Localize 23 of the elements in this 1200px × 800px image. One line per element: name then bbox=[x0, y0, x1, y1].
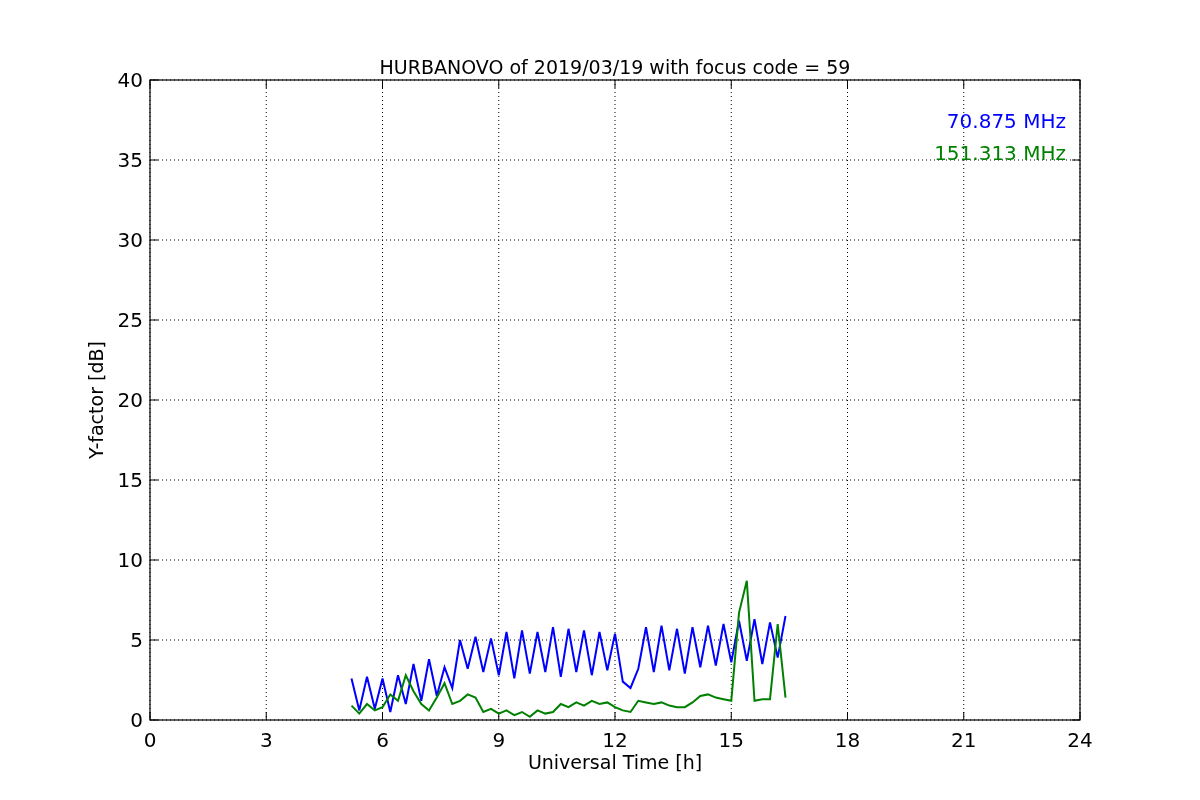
y-tick-label: 0 bbox=[130, 708, 143, 732]
x-axis-label: Universal Time [h] bbox=[527, 751, 703, 773]
x-tick-label: 12 bbox=[602, 728, 628, 752]
legend-label: 151.313 MHz bbox=[934, 141, 1066, 165]
chart-title: HURBANOVO of 2019/03/19 with focus code = 59 bbox=[379, 56, 851, 78]
y-tick-label: 35 bbox=[117, 148, 143, 172]
x-tick-label: 24 bbox=[1067, 728, 1093, 752]
x-tick-label: 21 bbox=[951, 728, 977, 752]
y-tick-label: 5 bbox=[130, 628, 143, 652]
x-tick-label: 9 bbox=[492, 728, 506, 752]
y-tick-label: 40 bbox=[117, 68, 143, 92]
x-tick-label: 6 bbox=[376, 728, 389, 752]
legend-label: 70.875 MHz bbox=[946, 109, 1066, 133]
y-tick-label: 15 bbox=[117, 468, 143, 492]
y-axis-label: Y-factor [dB] bbox=[85, 341, 107, 459]
y-tick-label: 25 bbox=[117, 308, 143, 332]
y-tick-label: 10 bbox=[117, 548, 143, 572]
y-tick-label: 30 bbox=[117, 228, 143, 252]
x-tick-label: 18 bbox=[834, 728, 861, 752]
x-tick-label: 15 bbox=[718, 728, 744, 752]
y-tick-label: 20 bbox=[117, 388, 143, 412]
x-tick-label: 0 bbox=[143, 728, 157, 752]
x-tick-label: 3 bbox=[259, 728, 273, 752]
